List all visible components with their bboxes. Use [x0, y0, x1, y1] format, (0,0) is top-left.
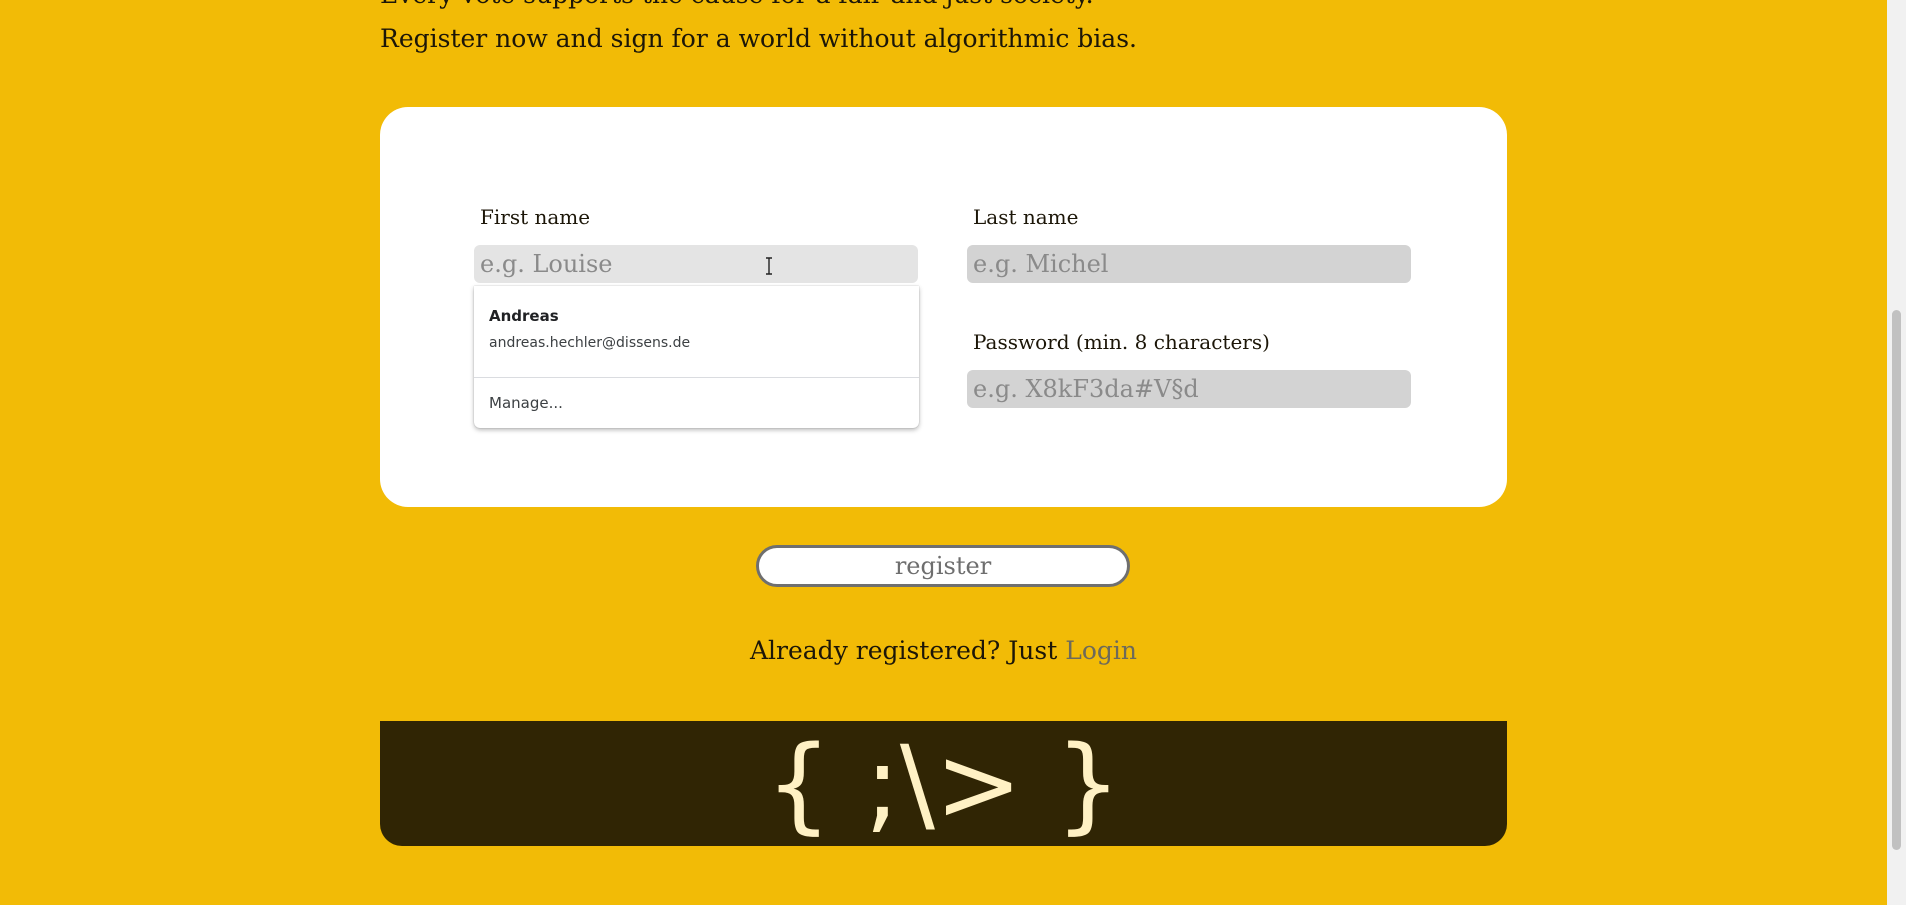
- first-name-label: First name: [480, 205, 591, 229]
- intro-text-line-1: Every vote supports the cause for a fair…: [380, 0, 1094, 9]
- autofill-suggestion-name: Andreas: [489, 307, 559, 325]
- autofill-suggestion[interactable]: Andreas andreas.hechler@dissens.de: [474, 286, 919, 378]
- autofill-dropdown: Andreas andreas.hechler@dissens.de Manag…: [474, 286, 919, 428]
- footer-logo: { ;\> }: [765, 723, 1122, 845]
- password-label: Password (min. 8 characters): [973, 330, 1270, 354]
- login-prompt-text: Already registered? Just: [749, 636, 1058, 665]
- first-name-input[interactable]: [474, 245, 918, 283]
- password-input[interactable]: [967, 370, 1411, 408]
- last-name-label: Last name: [973, 205, 1079, 229]
- login-link[interactable]: Login: [1065, 636, 1137, 665]
- autofill-manage-link[interactable]: Manage...: [489, 394, 563, 412]
- intro-text-line-2: Register now and sign for a world withou…: [380, 24, 1137, 53]
- scrollbar-thumb[interactable]: [1892, 310, 1901, 850]
- register-button[interactable]: register: [756, 545, 1130, 587]
- last-name-input[interactable]: [967, 245, 1411, 283]
- text-cursor-icon: [766, 257, 772, 275]
- autofill-suggestion-email: andreas.hechler@dissens.de: [489, 335, 691, 351]
- vertical-scrollbar[interactable]: [1887, 0, 1906, 905]
- footer: { ;\> }: [380, 721, 1507, 846]
- login-prompt: Already registered? Just Login: [0, 636, 1887, 665]
- page: Every vote supports the cause for a fair…: [0, 0, 1906, 905]
- autofill-divider: [474, 377, 919, 378]
